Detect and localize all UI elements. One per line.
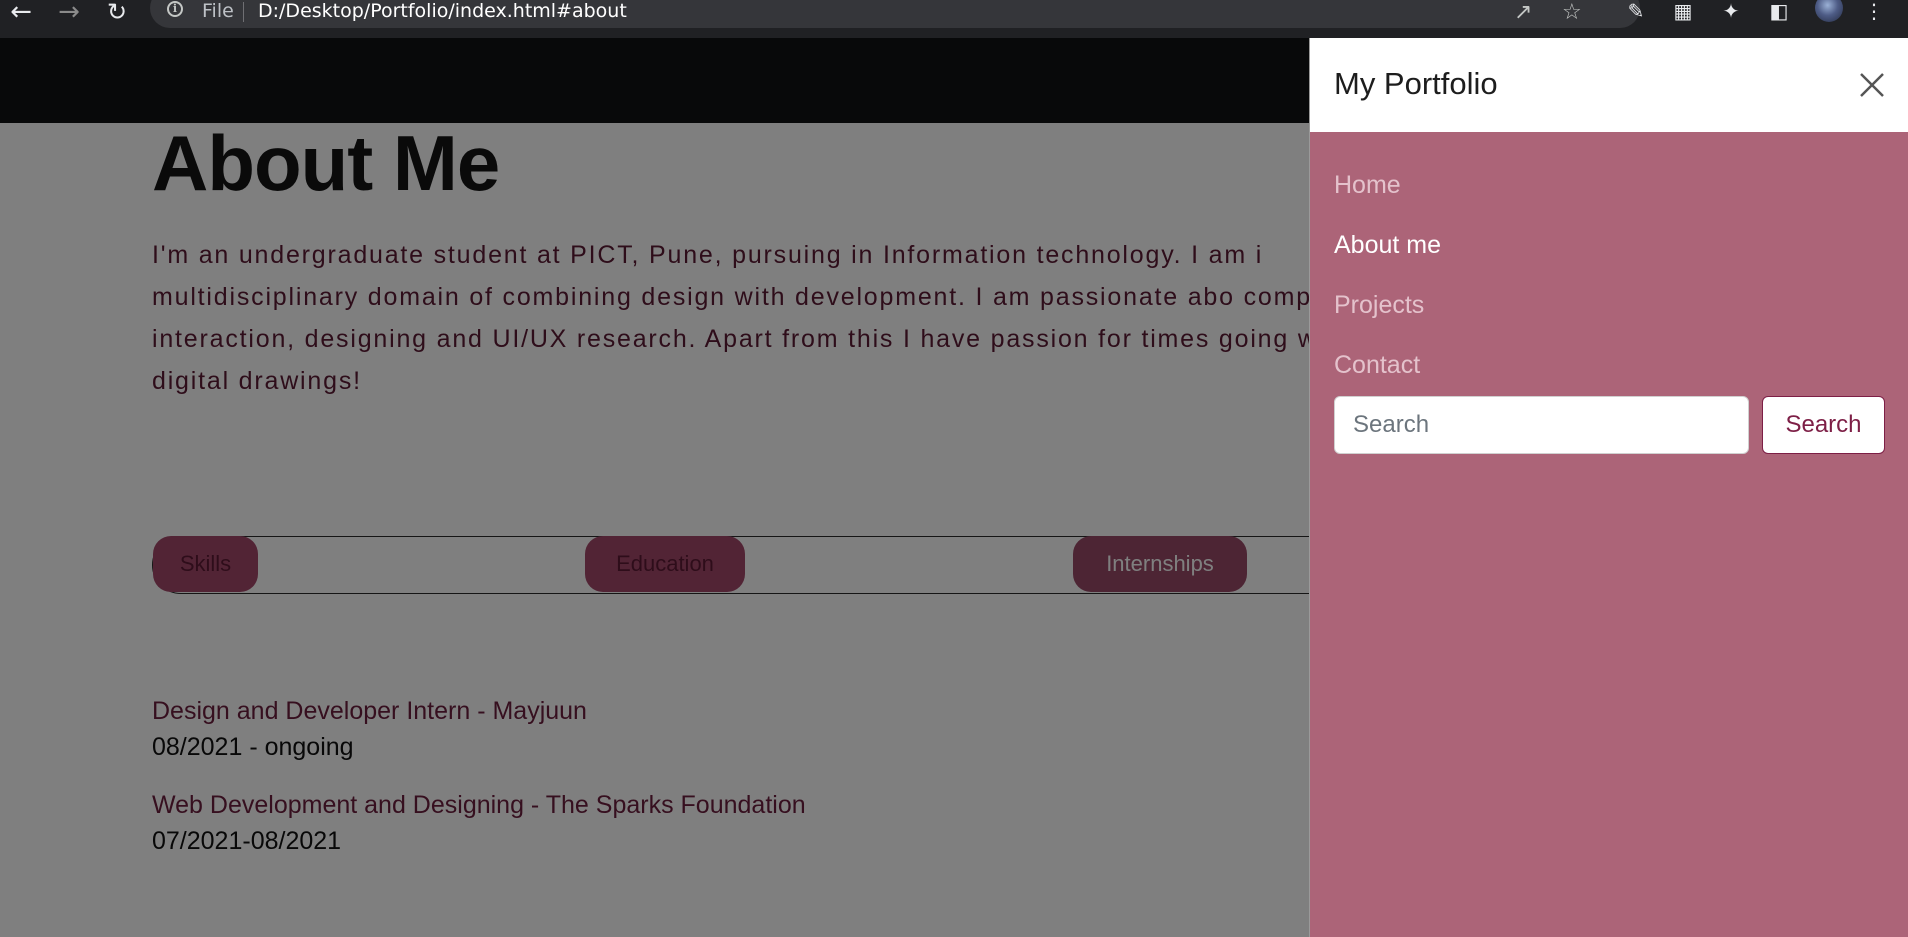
reload-icon[interactable]: ↻ bbox=[102, 0, 132, 24]
url-text[interactable]: D:/Desktop/Portfolio/index.html#about bbox=[258, 0, 627, 22]
info-icon[interactable]: i bbox=[167, 1, 183, 17]
offcanvas-title: My Portfolio bbox=[1334, 66, 1498, 101]
search-input[interactable] bbox=[1334, 396, 1749, 454]
search-button[interactable]: Search bbox=[1762, 396, 1885, 454]
nav-link-contact[interactable]: Contact bbox=[1334, 351, 1420, 380]
side-panel-icon[interactable]: ◧ bbox=[1765, 0, 1793, 23]
address-separator bbox=[243, 2, 244, 22]
nav-link-home[interactable]: Home bbox=[1334, 171, 1401, 200]
share-icon[interactable]: ↗ bbox=[1514, 0, 1532, 25]
close-icon[interactable] bbox=[1855, 68, 1889, 102]
puzzle-icon[interactable]: ✦ bbox=[1717, 0, 1745, 23]
url-scheme-label: File bbox=[202, 0, 234, 22]
menu-icon[interactable]: ⋮ bbox=[1860, 0, 1888, 23]
nav-link-projects[interactable]: Projects bbox=[1334, 291, 1424, 320]
nav-link-about[interactable]: About me bbox=[1334, 231, 1441, 260]
star-icon[interactable]: ☆ bbox=[1562, 0, 1582, 25]
forward-arrow-icon[interactable]: → bbox=[54, 0, 84, 25]
extension-icon[interactable]: ✎ bbox=[1622, 0, 1650, 23]
offcanvas-menu: My Portfolio Home About me Projects Cont… bbox=[1309, 38, 1908, 937]
browser-toolbar: ← → ↻ i File D:/Desktop/Portfolio/index.… bbox=[0, 0, 1908, 38]
address-bar[interactable]: i File D:/Desktop/Portfolio/index.html#a… bbox=[150, 0, 1640, 28]
avatar[interactable] bbox=[1815, 0, 1843, 22]
extension-icon[interactable]: ▦ bbox=[1669, 0, 1697, 23]
back-arrow-icon[interactable]: ← bbox=[6, 0, 36, 25]
offcanvas-header: My Portfolio bbox=[1310, 38, 1908, 132]
